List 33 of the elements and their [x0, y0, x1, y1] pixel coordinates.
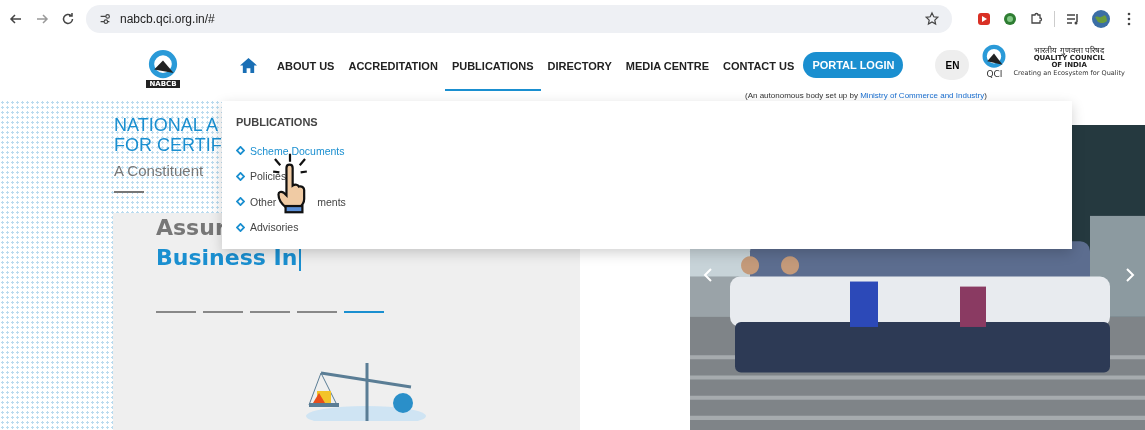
extension-icon[interactable]: [1002, 11, 1018, 27]
dropdown-item-text: ments: [317, 195, 346, 208]
language-button[interactable]: EN: [935, 50, 970, 80]
reload-icon[interactable]: [60, 11, 76, 27]
extension-icon[interactable]: [976, 11, 992, 27]
diamond-icon: [236, 197, 245, 207]
dropdown-item[interactable]: Other: [250, 195, 277, 208]
hero-subtitle: A Constituent: [114, 162, 204, 179]
avatar-icon[interactable]: [1091, 9, 1111, 29]
autonomy-note: (An autonomous body set up by Ministry of Commerce and Industry): [745, 91, 987, 101]
dropdown-item[interactable]: Scheme Documents: [250, 144, 345, 157]
nav-link[interactable]: ABOUT US: [270, 38, 342, 91]
address-bar[interactable]: nabcb.qci.org.in/#: [86, 5, 952, 33]
home-icon[interactable]: [239, 56, 258, 74]
site-settings-icon[interactable]: [98, 12, 112, 26]
slogan-text: Assur: [156, 214, 226, 242]
diamond-icon: [236, 171, 245, 181]
dropdown-item[interactable]: Advisories: [250, 221, 299, 234]
media-icon[interactable]: [1065, 11, 1081, 27]
diamond-icon: [236, 146, 245, 156]
url-text: nabcb.qci.org.in/#: [120, 12, 216, 26]
portal-login-button[interactable]: PORTAL LOGIN: [803, 52, 904, 78]
puzzle-icon[interactable]: [1028, 11, 1044, 27]
nav-link[interactable]: PUBLICATIONS: [444, 38, 541, 91]
hero-title: NATIONAL A: [114, 115, 219, 135]
nav-link[interactable]: ACCREDITATION: [341, 38, 445, 91]
nav-link[interactable]: CONTACT US: [716, 38, 802, 91]
diamond-icon: [236, 222, 245, 232]
star-icon[interactable]: [924, 11, 940, 27]
nav-link[interactable]: DIRECTORY: [540, 38, 619, 91]
nav-link[interactable]: MEDIA CENTRE: [618, 38, 717, 91]
dropdown-heading: PUBLICATIONS: [236, 116, 319, 128]
hero-title: FOR CERTIF: [114, 135, 222, 155]
